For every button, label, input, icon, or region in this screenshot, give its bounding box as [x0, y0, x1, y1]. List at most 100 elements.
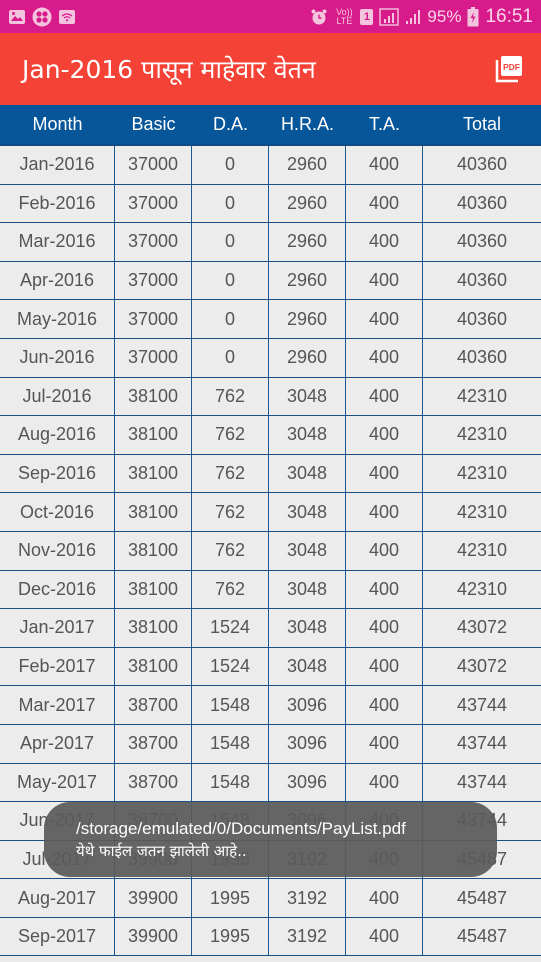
cell-ta: 400 [346, 300, 423, 338]
export-pdf-button[interactable]: PDF [493, 53, 525, 85]
column-header-ta: T.A. [368, 114, 400, 134]
table-row: Jan-2017 38100 1524 3048 400 43072 [0, 609, 541, 648]
cell-basic: 37000 [115, 300, 192, 338]
table-row: Mar-2017 38700 1548 3096 400 43744 [0, 686, 541, 725]
cell-basic: 38700 [115, 763, 192, 802]
cell-basic: 39900 [115, 917, 192, 956]
cell-month: Feb-2017 [0, 647, 115, 686]
sim-icon: 1 [360, 8, 374, 25]
cell-total: 43744 [456, 694, 508, 715]
cell-da: 0 [192, 146, 269, 184]
cell-basic: 38100 [115, 570, 192, 609]
wifi-icon [58, 9, 76, 25]
cell-ta: 400 [346, 454, 423, 493]
cell-ta: 400 [346, 146, 423, 184]
cell-basic: 38100 [115, 609, 192, 647]
cell-total: 45487 [456, 926, 508, 947]
alarm-icon [310, 8, 328, 26]
cell-month: May-2016 [0, 300, 115, 338]
cell-total: 43072 [456, 656, 508, 677]
table-row: Apr-2017 38700 1548 3096 400 43744 [0, 724, 541, 764]
cell-hra: 2960 [269, 338, 346, 377]
cell-da: 1548 [192, 763, 269, 802]
signal-icon [379, 7, 400, 26]
cell-basic: 38100 [115, 647, 192, 686]
cell-ta: 400 [346, 570, 423, 609]
status-bar-right: Vo)) LTE 1 95% 16:51 [310, 6, 533, 28]
app-icon [32, 7, 52, 27]
cell-ta: 400 [346, 763, 423, 802]
cell-da: 762 [192, 493, 269, 531]
cell-hra: 2960 [269, 184, 346, 223]
cell-ta: 400 [346, 338, 423, 377]
table-row: Sep-2017 39900 1995 3192 400 45487 [0, 917, 541, 957]
cell-da: 1548 [192, 686, 269, 724]
cell-da: 1995 [192, 879, 269, 917]
cell-ta: 400 [346, 647, 423, 686]
cell-hra: 2960 [269, 146, 346, 184]
cell-da: 0 [192, 261, 269, 300]
volte-icon: Vo)) LTE [336, 6, 353, 26]
cell-ta: 400 [346, 609, 423, 647]
cell-hra: 3048 [269, 416, 346, 454]
status-bar: Vo)) LTE 1 95% 16:51 [0, 0, 541, 33]
cell-basic: 39900 [115, 879, 192, 917]
cell-total: 43744 [456, 771, 508, 792]
table-row: Jul-2016 38100 762 3048 400 42310 [0, 377, 541, 417]
cell-month: Nov-2016 [0, 531, 115, 570]
cell-total: 42310 [456, 424, 508, 445]
cell-ta: 400 [346, 724, 423, 763]
cell-hra: 3192 [269, 879, 346, 917]
cell-hra: 3048 [269, 570, 346, 609]
cell-hra: 3048 [269, 609, 346, 647]
pdf-icon: PDF [495, 56, 522, 83]
cell-ta: 400 [346, 493, 423, 531]
table-row: Feb-2016 37000 0 2960 400 40360 [0, 184, 541, 224]
cell-hra: 3048 [269, 647, 346, 686]
cell-hra: 2960 [269, 300, 346, 338]
cell-ta: 400 [346, 531, 423, 570]
cell-basic: 38700 [115, 724, 192, 763]
cell-total: 42310 [456, 501, 508, 522]
cell-month: Jan-2016 [0, 146, 115, 184]
cell-month: Jun-2016 [0, 338, 115, 377]
cell-basic: 37000 [115, 223, 192, 261]
cell-da: 762 [192, 570, 269, 609]
cell-month: Mar-2017 [0, 686, 115, 724]
cell-basic: 37000 [115, 261, 192, 300]
cell-basic: 38100 [115, 531, 192, 570]
toast-saved-message: येथे फाईल जतन झालेली आहे.. [76, 842, 247, 860]
cell-month: Dec-2016 [0, 570, 115, 609]
cell-total: 42310 [456, 578, 508, 599]
cell-month: Sep-2016 [0, 454, 115, 493]
cell-total: 40360 [456, 192, 508, 213]
cell-month: Feb-2016 [0, 184, 115, 223]
cell-basic: 38100 [115, 493, 192, 531]
cell-total: 40360 [456, 347, 508, 368]
cell-hra: 3096 [269, 763, 346, 802]
cell-month: Jan-2017 [0, 609, 115, 647]
table-row: Dec-2016 38100 762 3048 400 42310 [0, 570, 541, 610]
table-row: Jun-2016 37000 0 2960 400 40360 [0, 338, 541, 378]
cell-basic: 37000 [115, 184, 192, 223]
column-header-total: Total [462, 114, 502, 134]
cell-da: 0 [192, 223, 269, 261]
cell-da: 0 [192, 300, 269, 338]
cell-ta: 400 [346, 879, 423, 917]
cell-da: 762 [192, 454, 269, 493]
cell-basic: 38700 [115, 686, 192, 724]
cell-hra: 2960 [269, 223, 346, 261]
table-header: Month Basic D.A. H.R.A. T.A. Total [0, 105, 541, 144]
cell-hra: 3096 [269, 686, 346, 724]
clock: 16:51 [485, 5, 533, 27]
page-title: Jan-2016 पासून माहेवार वेतन [22, 55, 316, 84]
cell-ta: 400 [346, 261, 423, 300]
cell-total: 43072 [456, 617, 508, 638]
status-bar-left [8, 7, 76, 27]
cell-da: 1524 [192, 647, 269, 686]
cell-da: 762 [192, 531, 269, 570]
cell-hra: 3048 [269, 493, 346, 531]
table-row: Feb-2017 38100 1524 3048 400 43072 [0, 647, 541, 687]
cell-da: 1548 [192, 724, 269, 763]
cell-da: 1995 [192, 917, 269, 956]
